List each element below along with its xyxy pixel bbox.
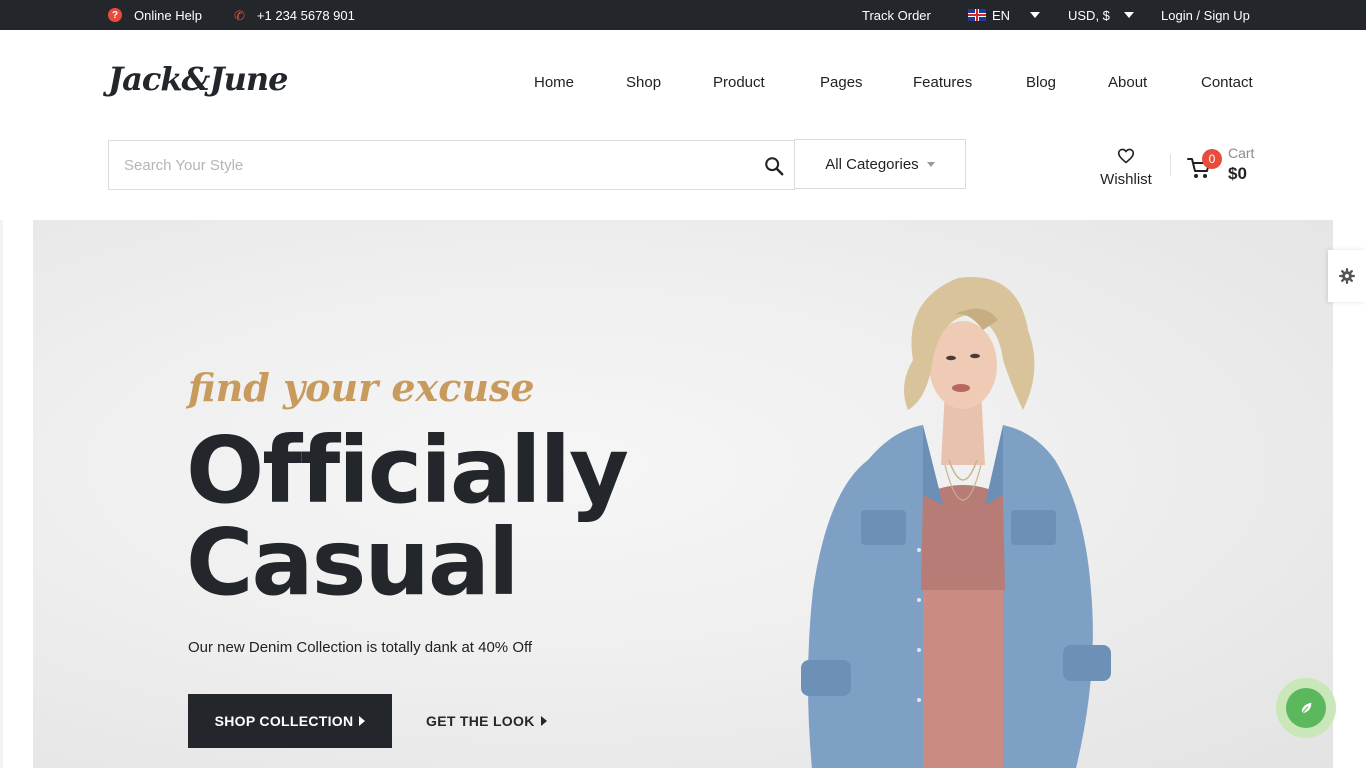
currency-selector[interactable]: USD, $	[1068, 0, 1134, 30]
phone-number: +1 234 5678 901	[256, 7, 355, 23]
chat-fab-inner	[1286, 688, 1326, 728]
hero-headline-line1: Officially	[186, 417, 629, 524]
login-signup-link[interactable]: Login / Sign Up	[1161, 0, 1250, 30]
get-the-look-button[interactable]: GET THE LOOK	[426, 694, 547, 748]
hero-banner: find your excuse Officially Casual Our n…	[33, 220, 1333, 768]
language-label: EN	[992, 7, 1011, 23]
caret-down-icon	[1030, 12, 1041, 18]
track-order-label: Track Order	[862, 7, 931, 23]
chat-fab[interactable]	[1276, 678, 1336, 738]
online-help-link[interactable]: ? Online Help	[108, 0, 202, 30]
nav-features[interactable]: Features	[913, 74, 972, 91]
shop-collection-button[interactable]: SHOP COLLECTION	[188, 694, 392, 748]
settings-tab[interactable]	[1328, 250, 1366, 302]
phone-link[interactable]: ✆ +1 234 5678 901	[234, 0, 355, 30]
hero-headline-line2: Casual	[186, 509, 519, 616]
nav-blog[interactable]: Blog	[1026, 74, 1056, 91]
hero-headline: Officially Casual	[186, 417, 629, 616]
hero-model-image	[801, 277, 1111, 768]
cart-total: $0	[1228, 164, 1247, 183]
wishlist-button[interactable]: Wishlist	[1093, 146, 1159, 188]
get-the-look-label: GET THE LOOK	[426, 713, 535, 729]
top-bar: ? Online Help ✆ +1 234 5678 901 Track Or…	[0, 0, 1366, 30]
help-icon: ?	[108, 8, 122, 22]
arrow-right-icon	[540, 716, 547, 726]
page-edge	[0, 220, 3, 768]
nav-home[interactable]: Home	[534, 74, 574, 91]
caret-down-icon	[1123, 12, 1134, 18]
language-selector[interactable]: EN	[968, 0, 1041, 30]
shop-collection-label: SHOP COLLECTION	[214, 713, 354, 729]
track-order-link[interactable]: Track Order	[862, 0, 931, 30]
gear-icon	[1339, 268, 1355, 284]
cart-label[interactable]: Cart	[1228, 145, 1254, 161]
category-label: All Categories	[825, 155, 919, 173]
nav-about[interactable]: About	[1108, 74, 1147, 91]
hero-subtext: Our new Denim Collection is totally dank…	[188, 639, 533, 656]
wishlist-label: Wishlist	[1100, 171, 1152, 188]
cart-count-badge: 0	[1202, 149, 1222, 169]
caret-down-icon	[926, 161, 935, 167]
search-bar	[108, 140, 795, 190]
category-select[interactable]: All Categories	[794, 139, 966, 189]
arrow-right-icon	[359, 716, 366, 726]
login-label: Login / Sign Up	[1161, 7, 1250, 23]
online-help-label: Online Help	[134, 7, 202, 23]
nav-shop[interactable]: Shop	[626, 74, 661, 91]
nav-contact[interactable]: Contact	[1201, 74, 1253, 91]
heart-icon	[1117, 148, 1135, 164]
nav-product[interactable]: Product	[713, 74, 765, 91]
search-icon[interactable]	[763, 155, 785, 177]
main-nav: Home Shop Product Pages Features Blog Ab…	[0, 74, 1366, 94]
phone-icon: ✆	[234, 7, 245, 23]
uk-flag-icon	[968, 9, 986, 21]
currency-label: USD, $	[1068, 7, 1110, 23]
nav-pages[interactable]: Pages	[820, 74, 863, 91]
hero-kicker: find your excuse	[188, 365, 535, 410]
search-input[interactable]	[109, 141, 749, 189]
header-divider	[1170, 154, 1171, 176]
leaf-icon	[1301, 702, 1312, 714]
